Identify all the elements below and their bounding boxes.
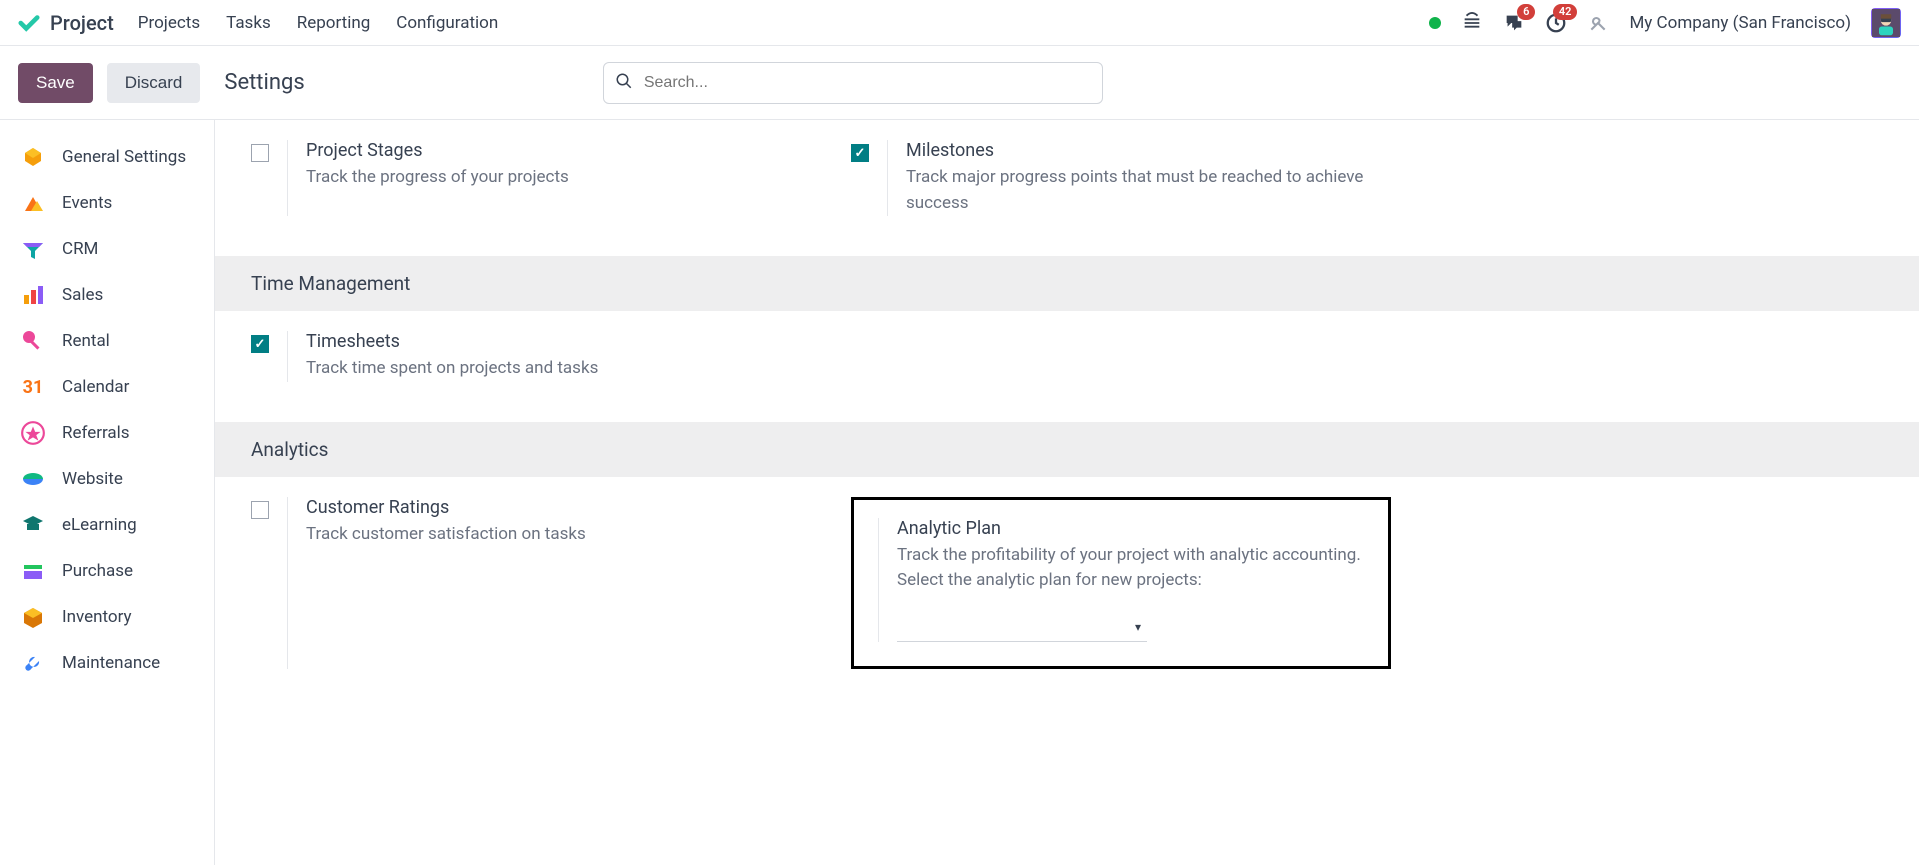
sidebar-item-label: Rental — [62, 331, 110, 351]
setting-desc: Track time spent on projects and tasks — [306, 356, 811, 382]
general-settings-icon — [20, 144, 46, 170]
search-input[interactable] — [603, 62, 1103, 104]
inventory-icon — [20, 604, 46, 630]
setting-desc: Track the progress of your projects — [306, 165, 811, 191]
nav-tasks[interactable]: Tasks — [226, 13, 271, 33]
setting-timesheets: Timesheets Track time spent on projects … — [251, 331, 811, 382]
sidebar-item-events[interactable]: Events — [0, 180, 214, 226]
control-bar: Save Discard Settings — [0, 46, 1919, 120]
sidebar-item-label: Maintenance — [62, 653, 160, 673]
setting-title: Timesheets — [306, 331, 811, 352]
sidebar-item-label: Website — [62, 469, 123, 489]
settings-content[interactable]: Project Stages Track the progress of you… — [215, 120, 1919, 865]
checkbox-milestones[interactable] — [851, 144, 869, 162]
sales-icon — [20, 282, 46, 308]
setting-desc: Track customer satisfaction on tasks — [306, 522, 811, 548]
sidebar-item-label: CRM — [62, 239, 98, 259]
elearning-icon — [20, 512, 46, 538]
checkbox-project-stages[interactable] — [251, 144, 269, 162]
project-app-icon — [18, 12, 40, 34]
nav-projects[interactable]: Projects — [138, 13, 200, 33]
tools-icon[interactable] — [1587, 12, 1609, 34]
sidebar-item-website[interactable]: Website — [0, 456, 214, 502]
setting-title: Analytic Plan — [897, 518, 1364, 539]
nav-menu: Projects Tasks Reporting Configuration — [138, 13, 498, 33]
sidebar-item-label: Inventory — [62, 607, 132, 627]
sidebar-item-label: Referrals — [62, 423, 130, 443]
calendar-icon: 31 — [20, 374, 46, 400]
setting-milestones: Milestones Track major progress points t… — [851, 140, 1411, 216]
activities-badge: 42 — [1553, 4, 1578, 20]
settings-row-analytics: Customer Ratings Track customer satisfac… — [215, 477, 1919, 709]
events-icon — [20, 190, 46, 216]
section-analytics: Analytics — [215, 422, 1919, 477]
sidebar-item-elearning[interactable]: eLearning — [0, 502, 214, 548]
sidebar-item-label: Events — [62, 193, 112, 213]
sidebar-item-sales[interactable]: Sales — [0, 272, 214, 318]
user-avatar[interactable] — [1871, 8, 1901, 38]
sidebar-item-label: General Settings — [62, 147, 186, 167]
save-button[interactable]: Save — [18, 63, 93, 103]
sidebar-item-referrals[interactable]: Referrals — [0, 410, 214, 456]
main-layout: General Settings Events CRM Sales Rental… — [0, 120, 1919, 865]
top-navbar: Project Projects Tasks Reporting Configu… — [0, 0, 1919, 46]
setting-title: Customer Ratings — [306, 497, 811, 518]
brand-name: Project — [50, 11, 114, 35]
section-time-management: Time Management — [215, 256, 1919, 311]
nav-reporting[interactable]: Reporting — [297, 13, 371, 33]
crm-icon — [20, 236, 46, 262]
setting-project-stages: Project Stages Track the progress of you… — [251, 140, 811, 216]
referrals-icon — [20, 420, 46, 446]
sidebar-item-label: Purchase — [62, 561, 133, 581]
discard-button[interactable]: Discard — [107, 63, 201, 103]
page-title: Settings — [224, 70, 304, 95]
sidebar-item-maintenance[interactable]: Maintenance — [0, 640, 214, 686]
sidebar-item-calendar[interactable]: 31 Calendar — [0, 364, 214, 410]
navbar-right: 6 42 My Company (San Francisco) — [1429, 8, 1901, 38]
messages-badge: 6 — [1517, 4, 1535, 20]
sidebar-item-inventory[interactable]: Inventory — [0, 594, 214, 640]
setting-analytic-plan-box: Analytic Plan Track the profitability of… — [851, 497, 1391, 669]
nav-configuration[interactable]: Configuration — [396, 13, 498, 33]
website-icon — [20, 466, 46, 492]
company-switcher[interactable]: My Company (San Francisco) — [1629, 13, 1851, 33]
brand[interactable]: Project — [18, 11, 114, 35]
search-icon — [615, 72, 633, 94]
maintenance-icon — [20, 650, 46, 676]
sidebar-item-purchase[interactable]: Purchase — [0, 548, 214, 594]
sidebar-item-label: Sales — [62, 285, 103, 305]
rental-icon — [20, 328, 46, 354]
status-dot-icon — [1429, 17, 1441, 29]
setting-title: Milestones — [906, 140, 1411, 161]
sidebar-item-general[interactable]: General Settings — [0, 134, 214, 180]
settings-row-tasks: Project Stages Track the progress of you… — [215, 120, 1919, 256]
debug-icon[interactable] — [1461, 12, 1483, 34]
sidebar-item-rental[interactable]: Rental — [0, 318, 214, 364]
activities-icon[interactable]: 42 — [1545, 12, 1567, 34]
settings-sidebar: General Settings Events CRM Sales Rental… — [0, 120, 215, 865]
settings-row-time: Timesheets Track time spent on projects … — [215, 311, 1919, 422]
search-box — [603, 62, 1103, 104]
sidebar-item-label: Calendar — [62, 377, 129, 397]
analytic-plan-dropdown[interactable] — [897, 614, 1147, 642]
sidebar-item-crm[interactable]: CRM — [0, 226, 214, 272]
checkbox-timesheets[interactable] — [251, 335, 269, 353]
purchase-icon — [20, 558, 46, 584]
setting-title: Project Stages — [306, 140, 811, 161]
setting-desc: Track major progress points that must be… — [906, 165, 1411, 216]
setting-desc: Track the profitability of your project … — [897, 543, 1364, 594]
navbar-left: Project Projects Tasks Reporting Configu… — [18, 11, 498, 35]
messages-icon[interactable]: 6 — [1503, 12, 1525, 34]
setting-customer-ratings: Customer Ratings Track customer satisfac… — [251, 497, 811, 669]
checkbox-customer-ratings[interactable] — [251, 501, 269, 519]
sidebar-item-label: eLearning — [62, 515, 137, 535]
